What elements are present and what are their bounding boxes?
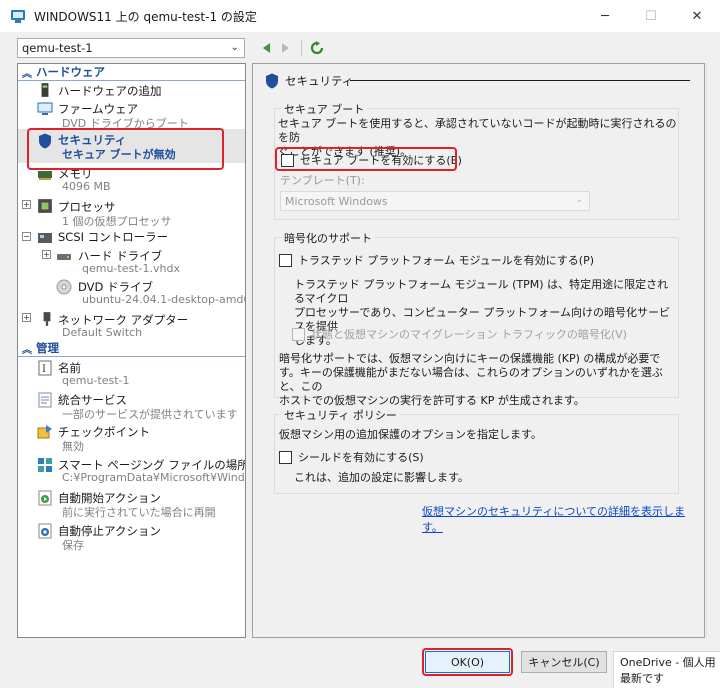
- minimize-button[interactable]: ─: [582, 0, 628, 32]
- forward-button: [278, 39, 294, 57]
- checkbox-box: [292, 327, 305, 341]
- back-arrow-icon: [263, 43, 270, 53]
- expand-icon[interactable]: +: [22, 200, 31, 209]
- refresh-icon: [310, 41, 324, 55]
- toolbar-separator: [301, 40, 302, 56]
- navigation-buttons: [258, 38, 325, 58]
- chevron-down-icon: ⌄: [230, 42, 239, 53]
- notification-line2: 最新です: [620, 672, 664, 685]
- vm-selector[interactable]: qemu-test-1 ⌄: [17, 38, 245, 58]
- security-policy-group: セキュリティ ポリシー 仮想マシン用の追加保護のオプションを指定します。 シール…: [274, 407, 679, 494]
- refresh-button[interactable]: [309, 39, 325, 57]
- section-hardware[interactable]: ︽ ハードウェア: [18, 64, 245, 81]
- migration-encryption-checkbox: 状態と仮想マシンのマイグレーション トラフィックの暗号化(V): [292, 326, 627, 342]
- tree-item-firmware[interactable]: ファームウェア DVD ドライブからブート: [18, 98, 245, 130]
- tree-item-auto-start[interactable]: 自動開始アクション 前に実行されていた場合に再開: [18, 487, 245, 520]
- svg-text:I: I: [42, 364, 46, 375]
- name-icon: I: [38, 360, 52, 376]
- kp-description-line3: ホストでの仮想マシンの実行を許可する KP が生成されます。: [279, 394, 585, 407]
- vm-selector-value: qemu-test-1: [22, 41, 93, 55]
- shield-note: これは、追加の設定に影響します。: [294, 471, 469, 484]
- back-button[interactable]: [258, 39, 274, 57]
- add-hardware-icon: [41, 83, 49, 97]
- panel-header: セキュリティ: [265, 73, 690, 89]
- title-bar: WINDOWS11 上の qemu-test-1 の設定 ─ ☐ ✕: [0, 0, 720, 32]
- collapse-icon: ︽: [22, 344, 32, 356]
- secure-boot-group: セキュア ブート セキュア ブートを使用すると、承認されていないコードが起動時に…: [274, 101, 679, 220]
- panel-title: セキュリティ: [285, 74, 354, 88]
- shield-icon: [266, 73, 278, 89]
- tpm-description-line1: トラステッド プラットフォーム モジュール (TPM) は、特定用途に限定される…: [294, 278, 669, 305]
- firmware-icon: [37, 102, 53, 115]
- processor-icon: [38, 199, 52, 213]
- security-details-link[interactable]: 仮想マシンのセキュリティについての詳細を表示します。: [422, 503, 704, 535]
- tree-item-dvd-drive[interactable]: DVD ドライブ ubuntu-24.04.1-desktop-amd6...: [18, 276, 245, 309]
- cancel-button[interactable]: キャンセル(C): [521, 651, 607, 673]
- panel-scrollbar[interactable]: [706, 63, 718, 638]
- tree-item-smart-paging[interactable]: スマート ページング ファイルの場所 C:¥ProgramData¥Micros…: [18, 454, 245, 487]
- dvd-icon: [56, 279, 72, 295]
- encryption-group-title: 暗号化のサポート: [281, 230, 375, 246]
- hyperv-settings-icon: [10, 8, 26, 24]
- tree-item-auto-stop[interactable]: 自動停止アクション 保存: [18, 520, 245, 553]
- window-title: WINDOWS11 上の qemu-test-1 の設定: [34, 9, 257, 24]
- tree-item-integration-services[interactable]: 統合サービス 一部のサービスが提供されています: [18, 389, 245, 421]
- security-policy-group-title: セキュリティ ポリシー: [281, 407, 400, 423]
- maximize-button: ☐: [645, 8, 657, 24]
- tree-item-network-adapter[interactable]: + ネットワーク アダプター Default Switch: [18, 309, 245, 340]
- secure-boot-description-line1: セキュア ブートを使用すると、承認されていないコードが起動時に実行されるのを防: [278, 117, 677, 144]
- auto-start-icon: [38, 490, 52, 506]
- checkbox-box[interactable]: [279, 253, 292, 267]
- template-label: テンプレート(T):: [280, 174, 365, 187]
- tree-item-scsi[interactable]: − SCSI コントローラー: [18, 228, 245, 245]
- checkbox-box[interactable]: [279, 450, 292, 464]
- onedrive-notification: OneDrive - 個人用 最新です: [613, 651, 720, 688]
- kp-description-line1: 暗号化サポートでは、仮想マシン向けにキーの保護機能 (KP) の構成が必要で: [279, 352, 661, 365]
- close-button[interactable]: ✕: [674, 0, 720, 32]
- integration-services-icon: [38, 392, 52, 408]
- notification-line1: OneDrive - 個人用: [620, 656, 716, 669]
- secure-boot-group-title: セキュア ブート: [281, 101, 368, 117]
- encryption-support-group: 暗号化のサポート トラステッド プラットフォーム モジュールを有効にする(P) …: [274, 230, 679, 407]
- policy-description: 仮想マシン用の追加保護のオプションを指定します。: [279, 428, 542, 441]
- tree-item-name[interactable]: I 名前 qemu-test-1: [18, 357, 245, 389]
- ok-button-highlight: [422, 648, 513, 676]
- tree-item-checkpoint[interactable]: チェックポイント 無効: [18, 421, 245, 454]
- forward-arrow-icon: [282, 43, 289, 53]
- settings-tree: ︽ ハードウェア ハードウェアの追加 ファームウェア DVD ドライブからブート…: [17, 63, 246, 638]
- tree-item-hard-drive[interactable]: + ハード ドライブ qemu-test-1.vhdx: [18, 245, 245, 276]
- template-dropdown: Microsoft Windows ⌄: [280, 191, 590, 211]
- collapse-icon: ︽: [22, 68, 32, 80]
- chevron-down-icon: ⌄: [575, 195, 583, 205]
- header-rule: [350, 80, 690, 81]
- expand-icon[interactable]: +: [22, 313, 31, 322]
- scsi-controller-icon: [38, 233, 52, 243]
- tpm-checkbox[interactable]: トラステッド プラットフォーム モジュールを有効にする(P): [279, 252, 594, 268]
- shield-checkbox[interactable]: シールドを有効にする(S): [279, 449, 424, 465]
- collapse-icon[interactable]: −: [22, 232, 31, 241]
- checkpoint-icon: [37, 425, 52, 439]
- tree-item-processor[interactable]: + プロセッサ 1 個の仮想プロセッサ: [18, 196, 245, 228]
- hard-drive-icon: [57, 254, 71, 260]
- tree-item-add-hardware[interactable]: ハードウェアの追加: [18, 81, 245, 98]
- kp-description-line2: す。キーの保護機能がまだない場合は、これらのオプションのいずれかを選ぶと、この: [279, 366, 663, 393]
- auto-stop-icon: [38, 523, 52, 539]
- section-management[interactable]: ︽ 管理: [18, 340, 245, 357]
- security-settings-panel: セキュリティ セキュア ブート セキュア ブートを使用すると、承認されていないコ…: [252, 63, 705, 638]
- network-adapter-icon: [43, 312, 51, 326]
- security-item-highlight: [27, 128, 224, 170]
- smart-paging-icon: [38, 458, 52, 472]
- secure-boot-checkbox-highlight: [275, 147, 457, 171]
- expand-icon[interactable]: +: [42, 250, 51, 259]
